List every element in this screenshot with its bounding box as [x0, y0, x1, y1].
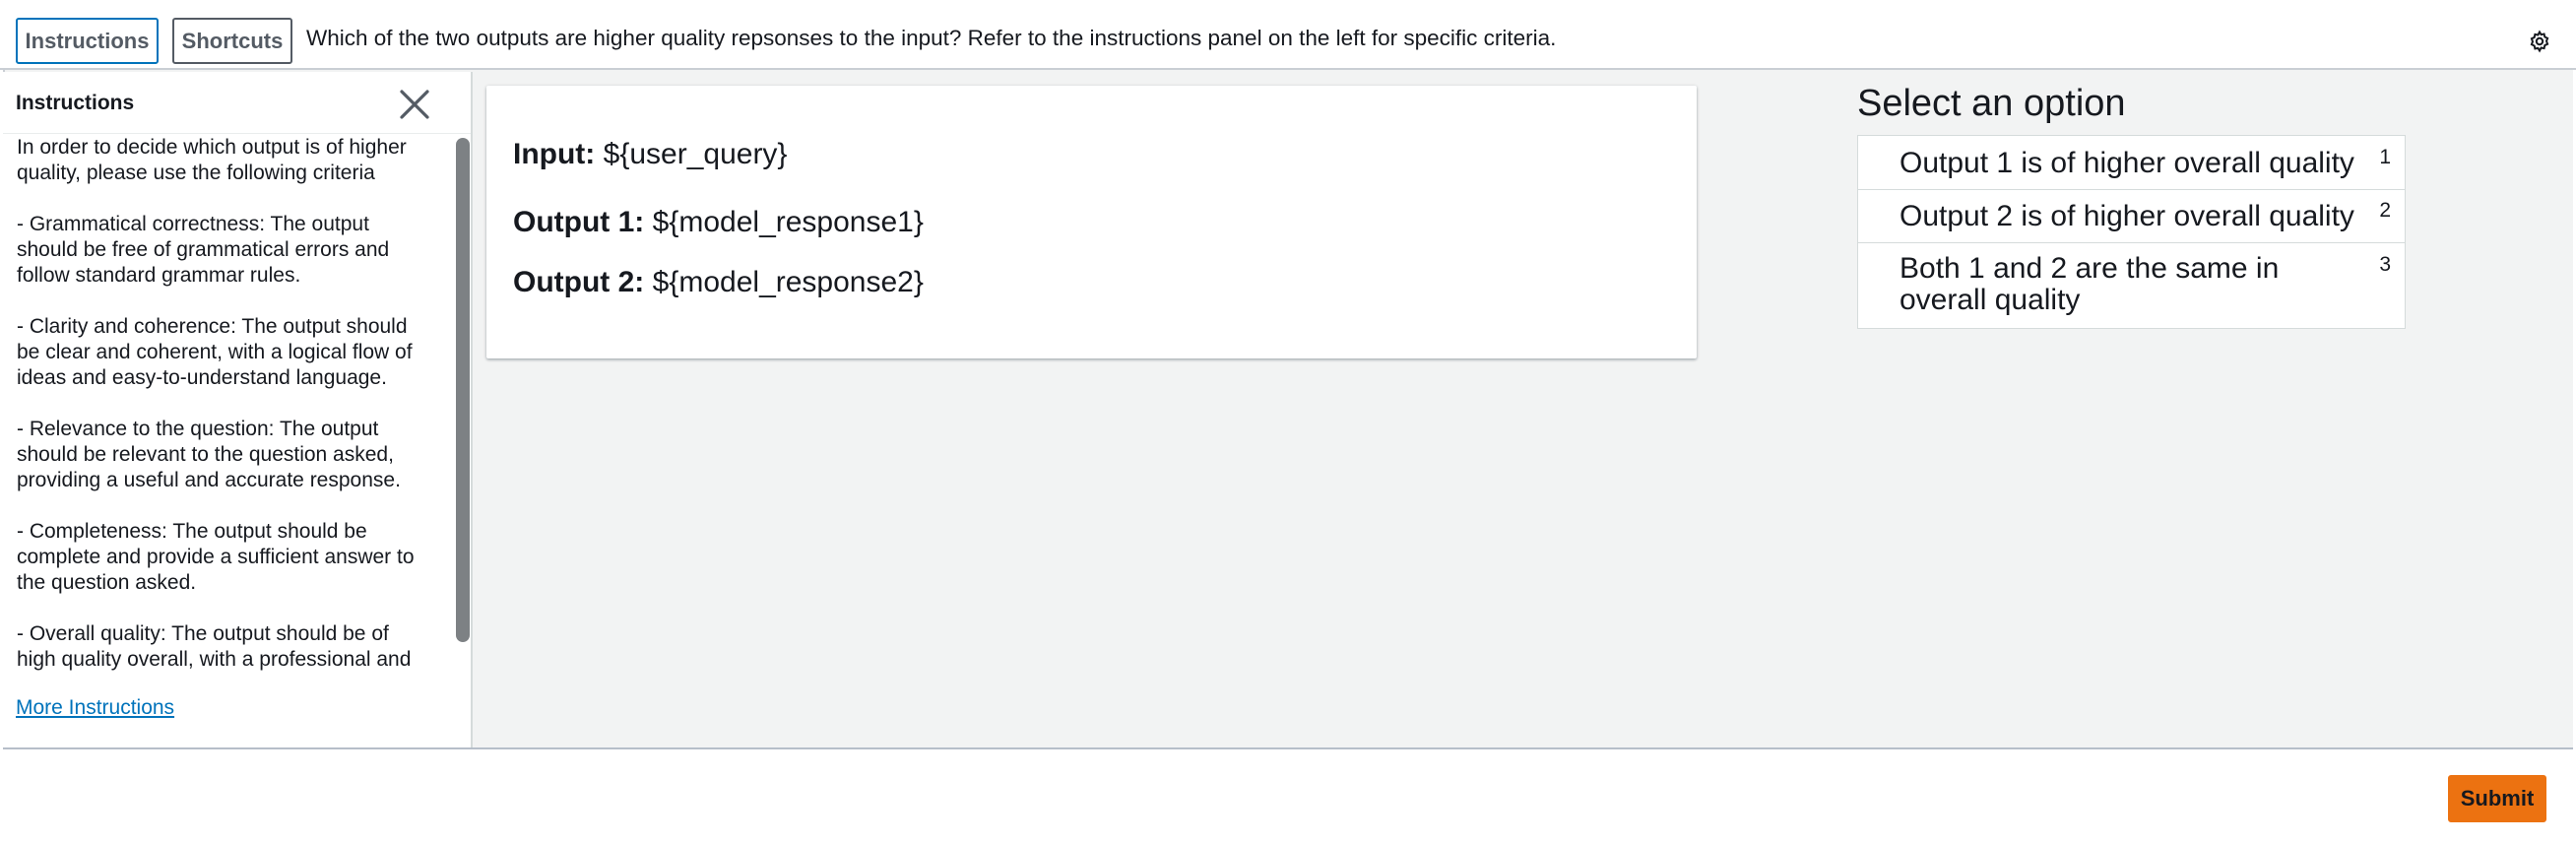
- output2-value: ${model_response2}: [652, 266, 924, 298]
- option-label: Output 1 is of higher overall quality: [1900, 147, 2354, 179]
- instructions-paragraph: In order to decide which output is of hi…: [17, 136, 407, 184]
- option-shortcut-key: 3: [2379, 253, 2391, 276]
- instructions-paragraph: - Relevance to the question: The output …: [17, 418, 401, 491]
- task-question: Which of the two outputs are higher qual…: [306, 26, 1557, 50]
- more-instructions-link[interactable]: More Instructions: [16, 696, 181, 720]
- content-card: Input: ${user_query} Output 1: ${model_r…: [486, 86, 1697, 358]
- output1-value: ${model_response1}: [652, 206, 924, 238]
- instructions-paragraph: - Overall quality: The output should be …: [17, 622, 412, 671]
- output1-label: Output 1:: [513, 206, 645, 238]
- input-value: ${user_query}: [603, 138, 788, 170]
- option-shortcut-key: 2: [2379, 199, 2391, 222]
- option-output2-better[interactable]: Output 2 is of higher overall quality 2: [1858, 190, 2405, 243]
- option-label: Both 1 and 2 are the same in overall qua…: [1900, 252, 2280, 316]
- footer-bar: [0, 749, 2576, 843]
- close-icon[interactable]: [397, 87, 432, 122]
- instructions-divider: [3, 133, 471, 134]
- option-both-same[interactable]: Both 1 and 2 are the same in overall qua…: [1858, 243, 2405, 328]
- select-option-title: Select an option: [1857, 83, 2126, 124]
- output2-label: Output 2:: [513, 266, 645, 298]
- output1-line: Output 1: ${model_response1}: [513, 206, 924, 239]
- option-shortcut-key: 1: [2379, 146, 2391, 168]
- gear-icon[interactable]: [2528, 30, 2551, 53]
- instructions-button[interactable]: Instructions: [16, 18, 159, 64]
- instructions-paragraph: - Clarity and coherence: The output shou…: [17, 315, 413, 389]
- instructions-body: In order to decide which output is of hi…: [17, 135, 420, 740]
- shortcuts-button[interactable]: Shortcuts: [172, 18, 292, 64]
- instructions-panel: Instructions In order to decide which ou…: [3, 72, 473, 747]
- option-list: Output 1 is of higher overall quality 1 …: [1857, 135, 2406, 329]
- submit-button[interactable]: Submit: [2448, 775, 2546, 822]
- output2-line: Output 2: ${model_response2}: [513, 266, 924, 299]
- top-toolbar: Instructions Shortcuts Which of the two …: [0, 0, 2576, 70]
- option-label: Output 2 is of higher overall quality: [1900, 200, 2354, 232]
- instructions-scrollbar[interactable]: [456, 138, 470, 642]
- instructions-paragraph: - Completeness: The output should be com…: [17, 520, 415, 594]
- option-output1-better[interactable]: Output 1 is of higher overall quality 1: [1858, 136, 2405, 190]
- instructions-title: Instructions: [16, 92, 135, 114]
- input-label: Input:: [513, 138, 596, 170]
- input-line: Input: ${user_query}: [513, 138, 787, 171]
- instructions-paragraph: - Grammatical correctness: The output sh…: [17, 213, 390, 287]
